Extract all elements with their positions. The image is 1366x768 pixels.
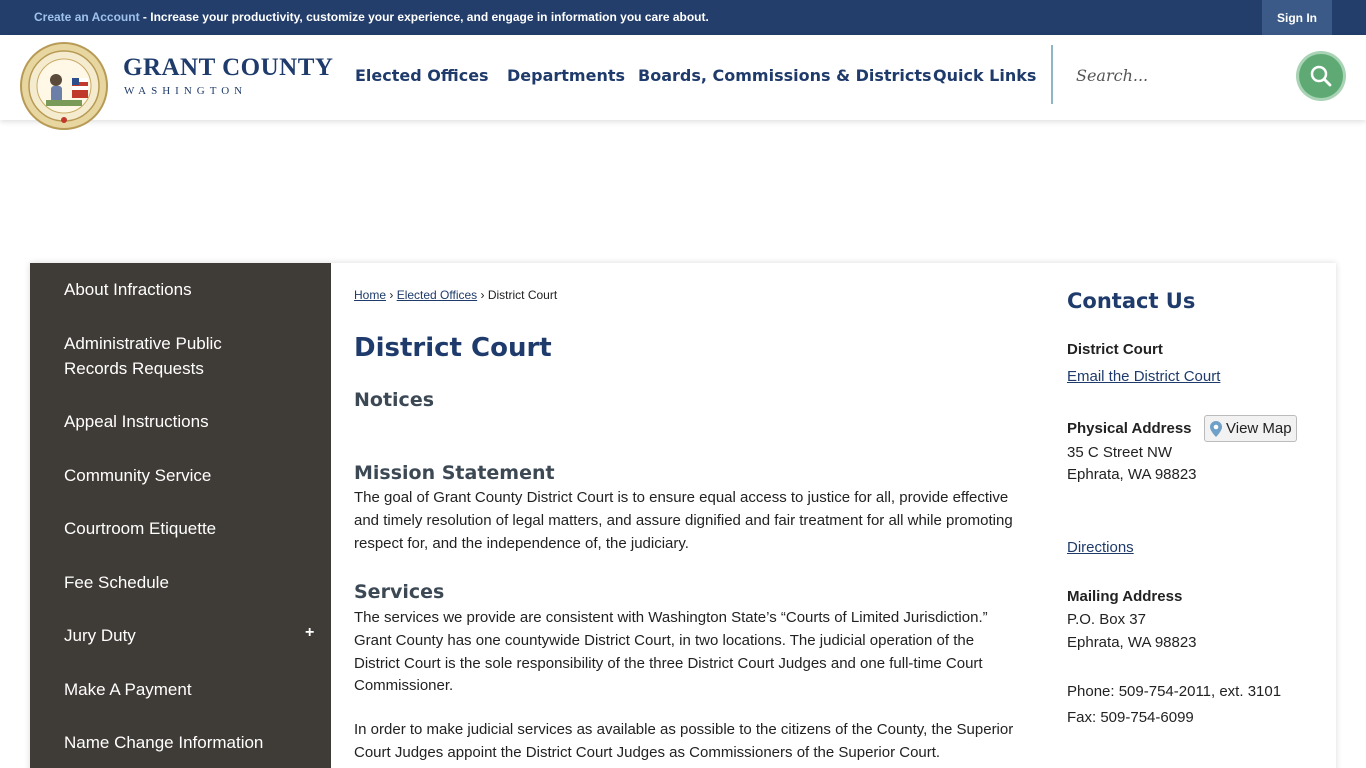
search-input[interactable]	[1062, 55, 1287, 95]
breadcrumb-elected-offices[interactable]: Elected Offices	[397, 288, 477, 302]
nav-departments[interactable]: Departments	[507, 66, 625, 85]
search-button[interactable]	[1296, 51, 1346, 101]
nav-elected-offices[interactable]: Elected Offices	[355, 66, 489, 85]
sidebar-item-about-infractions[interactable]: About Infractions	[64, 277, 304, 302]
view-map-button[interactable]: View Map	[1204, 415, 1297, 442]
nav-divider	[1051, 45, 1053, 104]
physical-address-line1: 35 C Street NW	[1067, 444, 1173, 461]
directions-link[interactable]: Directions	[1067, 539, 1134, 556]
map-pin-icon	[1210, 420, 1222, 437]
services-text: The services we provide are consistent w…	[354, 609, 988, 695]
physical-address-label: Physical Address	[1067, 420, 1192, 437]
phone-number: Phone: 509-754-2011, ext. 3101	[1067, 683, 1282, 700]
breadcrumb-current: District Court	[487, 288, 558, 302]
site-header: GRANT COUNTY WASHINGTON Elected Offices …	[0, 35, 1366, 130]
mission-text: The goal of Grant County District Court …	[354, 489, 1013, 552]
sidebar-item-appeal-instructions[interactable]: Appeal Instructions	[64, 409, 304, 434]
sidebar-item-make-payment[interactable]: Make A Payment	[64, 677, 304, 702]
sidebar-item-jury-duty[interactable]: Jury Duty	[64, 623, 264, 648]
county-seal-logo[interactable]	[20, 42, 108, 130]
breadcrumb-separator: ›	[477, 288, 488, 302]
account-message: Create an Account - Increase your produc…	[34, 10, 709, 24]
nav-boards-commissions[interactable]: Boards, Commissions & Districts	[638, 66, 932, 85]
sidebar-item-courtroom-etiquette[interactable]: Courtroom Etiquette	[64, 516, 304, 541]
services-heading: Services	[354, 581, 445, 603]
physical-address-line2: Ephrata, WA 98823	[1067, 466, 1197, 483]
state-name: WASHINGTON	[124, 85, 248, 97]
sign-in-button[interactable]: Sign In	[1262, 0, 1332, 35]
view-map-label: View Map	[1226, 420, 1292, 437]
sidebar-item-fee-schedule[interactable]: Fee Schedule	[64, 570, 304, 595]
sidebar-item-name-change[interactable]: Name Change Information	[64, 730, 304, 755]
contact-title: Contact Us	[1067, 289, 1196, 313]
email-link[interactable]: Email the District Court	[1067, 368, 1220, 385]
account-message-text: - Increase your productivity, customize …	[139, 10, 709, 24]
breadcrumb-separator: ›	[386, 288, 397, 302]
sidebar-item-public-records[interactable]: Administrative Public Records Requests	[64, 331, 264, 381]
sidebar-nav: About Infractions Administrative Public …	[30, 263, 331, 768]
mailing-address-line2: Ephrata, WA 98823	[1067, 634, 1197, 651]
nav-quick-links[interactable]: Quick Links	[933, 66, 1036, 85]
mission-heading: Mission Statement	[354, 462, 555, 484]
mailing-address-line1: P.O. Box 37	[1067, 611, 1146, 628]
notices-heading: Notices	[354, 389, 435, 411]
contact-department: District Court	[1067, 341, 1163, 358]
mailing-address-label: Mailing Address	[1067, 588, 1183, 605]
breadcrumb-home[interactable]: Home	[354, 288, 386, 302]
breadcrumb: Home › Elected Offices › District Court	[354, 288, 557, 302]
sidebar-item-community-service[interactable]: Community Service	[64, 463, 304, 488]
create-account-link[interactable]: Create an Account	[34, 10, 140, 24]
county-name[interactable]: GRANT COUNTY	[123, 54, 333, 82]
fax-number: Fax: 509-754-6099	[1067, 709, 1194, 726]
services-text-2: In order to make judicial services as av…	[354, 721, 1014, 761]
expand-icon[interactable]: +	[305, 624, 314, 642]
top-bar: Create an Account - Increase your produc…	[0, 0, 1366, 35]
page-title: District Court	[354, 333, 552, 363]
search-icon	[1310, 65, 1332, 87]
